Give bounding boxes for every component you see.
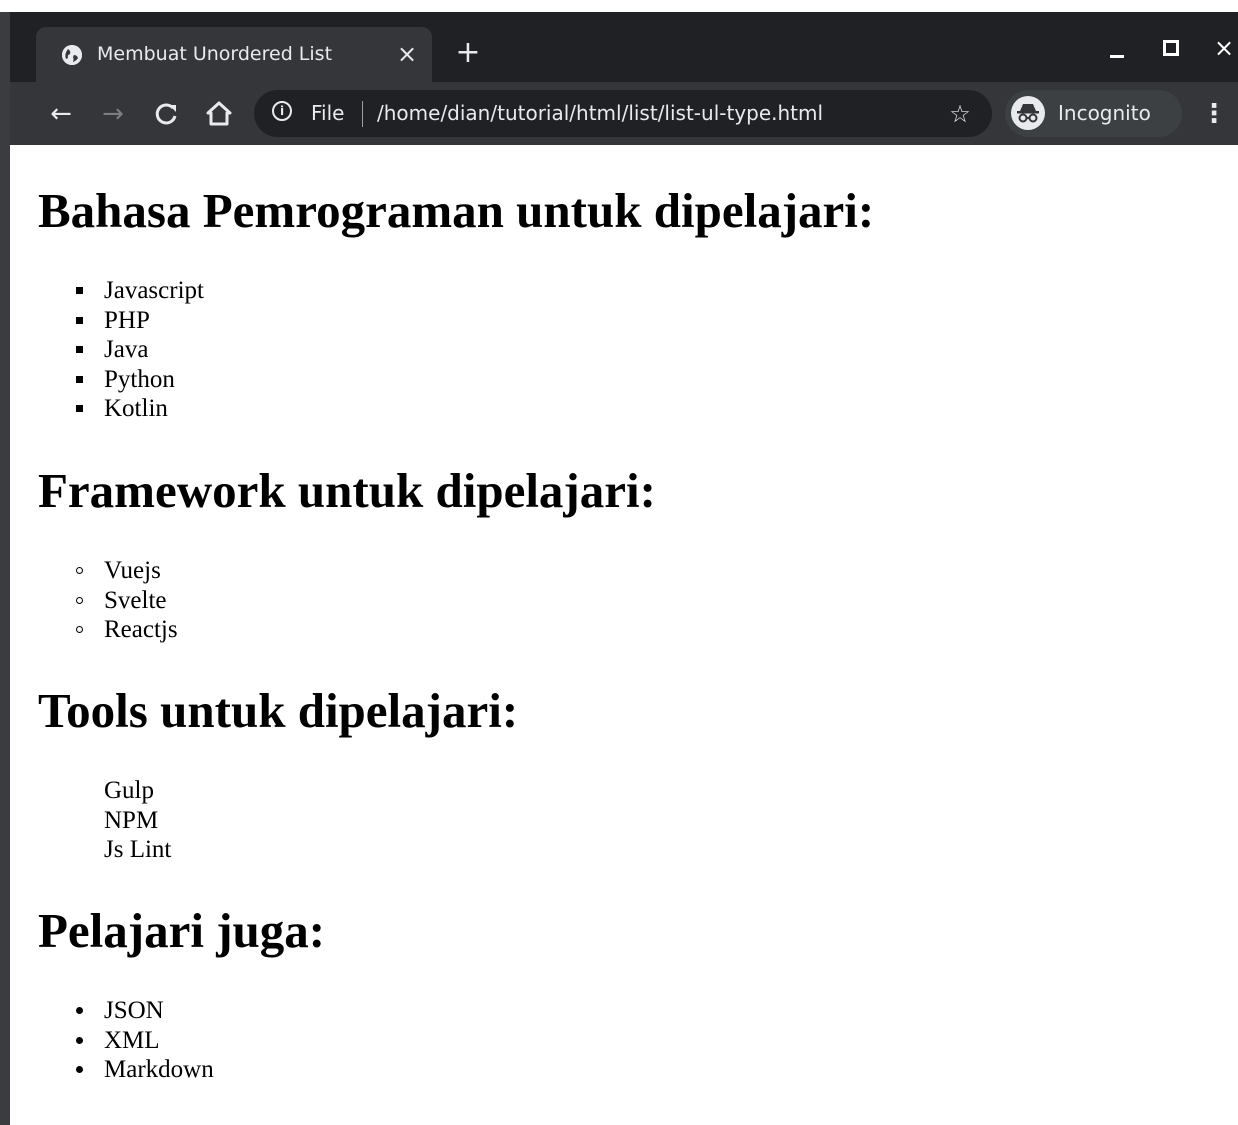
url-text[interactable]: /home/dian/tutorial/html/list/list-ul-ty… — [377, 99, 823, 127]
list-item: Markdown — [76, 1055, 214, 1085]
list-item: XML — [76, 1026, 214, 1056]
square-bullet-icon — [76, 365, 86, 395]
square-bullet-icon — [76, 394, 86, 424]
list-item: Js Lint — [104, 836, 172, 864]
tab-active[interactable]: Membuat Unordered List × — [36, 27, 432, 82]
list-frameworks: Vuejs Svelte Reactjs — [76, 556, 178, 645]
reload-icon[interactable] — [148, 96, 184, 132]
disc-bullet-icon — [76, 996, 86, 1026]
home-icon[interactable] — [201, 96, 237, 132]
incognito-icon — [1011, 96, 1045, 130]
square-bullet-icon — [76, 306, 86, 336]
address-bar[interactable]: i File /home/dian/tutorial/html/list/lis… — [254, 90, 992, 137]
list-item: PHP — [76, 306, 204, 336]
browser-toolbar: ← → i File /home/dian/tutorial/html/list… — [10, 82, 1238, 145]
tab-close-icon[interactable]: × — [392, 39, 422, 69]
list-item: Vuejs — [76, 556, 178, 586]
list-item: JSON — [76, 996, 214, 1026]
disc-bullet-icon — [76, 1026, 86, 1056]
browser-window: Membuat Unordered List × + × ← → i File … — [0, 0, 1238, 1125]
section-heading-also-learn: Pelajari juga: — [38, 903, 326, 958]
back-arrow-icon[interactable]: ← — [43, 96, 79, 132]
maximize-icon[interactable] — [1153, 34, 1189, 64]
square-bullet-icon — [76, 276, 86, 306]
globe-icon — [62, 45, 82, 65]
incognito-badge[interactable]: Incognito — [1005, 90, 1182, 137]
disc-bullet-icon — [76, 1055, 86, 1085]
list-programming-languages: Javascript PHP Java Python Kotlin — [76, 276, 204, 424]
screen-top-edge — [0, 0, 1238, 12]
tab-strip: Membuat Unordered List × + × — [10, 12, 1238, 82]
list-tools: Gulp NPM Js Lint — [104, 776, 171, 865]
list-item: Reactjs — [76, 615, 178, 645]
list-item: NPM — [104, 806, 159, 834]
list-also-learn: JSON XML Markdown — [76, 996, 214, 1085]
section-heading-tools: Tools untuk dipelajari: — [38, 683, 519, 738]
list-item: Gulp — [104, 777, 154, 804]
list-item: Kotlin — [76, 394, 204, 424]
minimize-icon[interactable] — [1100, 34, 1136, 64]
scheme-label: File — [311, 101, 345, 125]
square-bullet-icon — [76, 335, 86, 365]
section-heading-frameworks: Framework untuk dipelajari: — [38, 463, 656, 518]
forward-arrow-icon[interactable]: → — [95, 96, 131, 132]
address-separator — [362, 101, 363, 127]
info-icon[interactable]: i — [272, 101, 292, 121]
new-tab-button[interactable]: + — [450, 36, 486, 72]
window-close-icon[interactable]: × — [1206, 34, 1238, 64]
section-heading-programming-languages: Bahasa Pemrograman untuk dipelajari: — [38, 183, 875, 238]
circle-bullet-icon — [76, 556, 86, 586]
list-item: Java — [76, 335, 204, 365]
incognito-label: Incognito — [1058, 101, 1151, 125]
bookmark-star-icon[interactable]: ☆ — [944, 98, 976, 130]
list-item: Python — [76, 365, 204, 395]
more-menu-icon[interactable]: ⋮ — [1196, 96, 1232, 132]
tab-title: Membuat Unordered List — [97, 43, 333, 65]
circle-bullet-icon — [76, 586, 86, 616]
circle-bullet-icon — [76, 615, 86, 645]
list-item: Javascript — [76, 276, 204, 306]
list-item: Svelte — [76, 586, 178, 616]
